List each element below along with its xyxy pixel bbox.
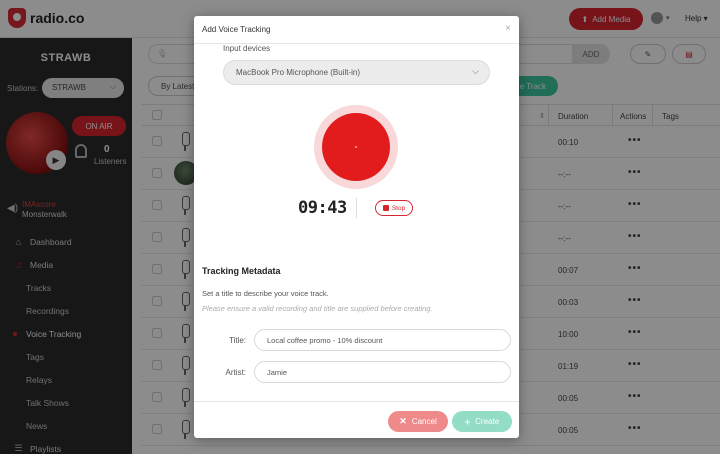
close-icon: ✕ — [399, 416, 407, 426]
cancel-button[interactable]: ✕ Cancel — [388, 411, 448, 432]
chevron-down-icon: ⌵ — [472, 66, 479, 76]
metadata-note: Please ensure a valid recording and titl… — [202, 304, 433, 313]
cancel-label: Cancel — [411, 417, 437, 426]
record-button[interactable] — [314, 105, 398, 189]
title-label: Title: — [228, 336, 246, 345]
input-devices-label: Input devices — [223, 44, 271, 53]
modal-title: Add Voice Tracking — [202, 25, 271, 34]
input-device-select[interactable]: MacBook Pro Microphone (Built-in) ⌵ — [223, 60, 490, 85]
artist-label: Artist: — [225, 368, 246, 377]
divider — [356, 198, 357, 218]
plus-icon: + — [464, 416, 471, 427]
divider — [194, 401, 519, 402]
artist-input[interactable]: Jamie — [254, 361, 511, 383]
close-icon[interactable]: × — [505, 23, 511, 34]
create-button[interactable]: + Create — [452, 411, 512, 432]
tracking-metadata-heading: Tracking Metadata — [202, 266, 281, 276]
create-label: Create — [475, 417, 500, 426]
stop-label: Stop — [391, 204, 406, 212]
recording-timer: 09:43 — [298, 198, 347, 218]
input-device-value: MacBook Pro Microphone (Built-in) — [236, 68, 361, 77]
title-input[interactable]: Local coffee promo - 10% discount — [254, 329, 511, 351]
stop-icon — [382, 205, 389, 211]
record-icon — [322, 113, 390, 181]
metadata-description: Set a title to describe your voice track… — [202, 289, 329, 298]
stop-button[interactable]: Stop — [375, 200, 413, 216]
add-voice-tracking-modal: Add Voice Tracking × Input devices MacBo… — [194, 16, 519, 438]
